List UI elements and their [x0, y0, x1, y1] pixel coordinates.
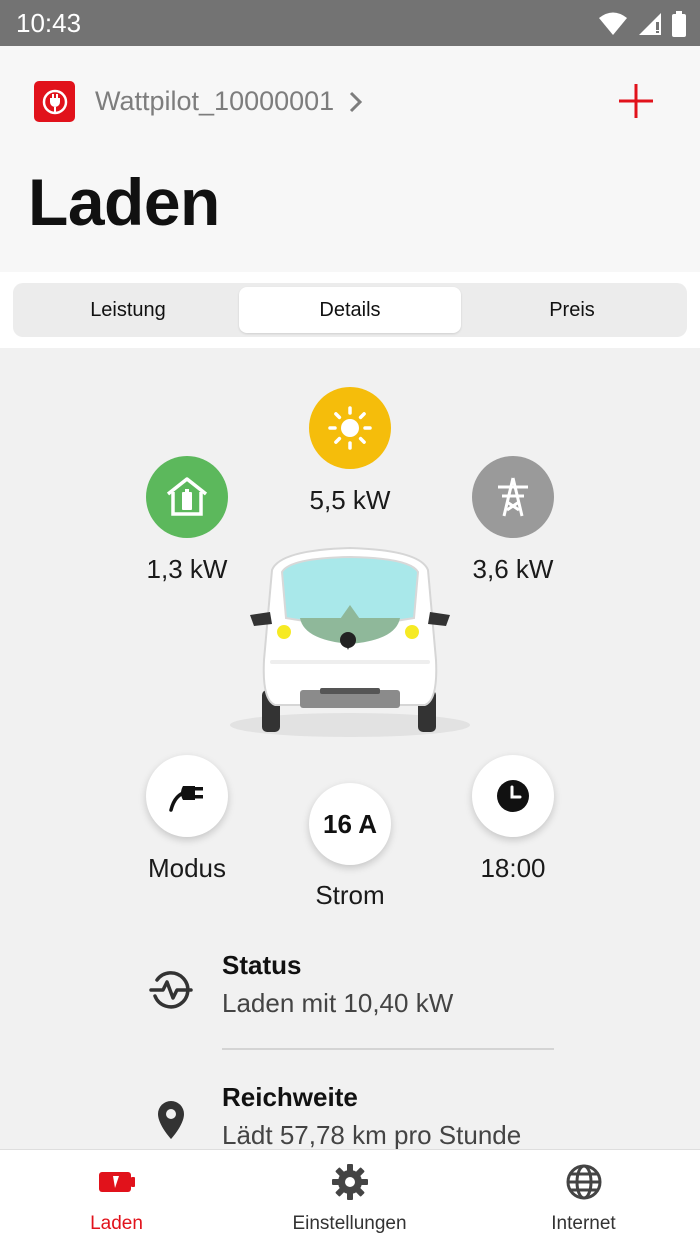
chevron-right-icon[interactable]: [348, 90, 364, 114]
status-bar: 10:43: [0, 0, 700, 46]
nav-einstellungen[interactable]: Einstellungen: [233, 1150, 466, 1244]
mode-button[interactable]: [146, 755, 228, 837]
power-pylon-icon: [498, 477, 528, 517]
status-time: 10:43: [16, 8, 82, 38]
device-selector[interactable]: Wattpilot_10000001: [95, 86, 334, 117]
nav-laden[interactable]: Laden: [0, 1150, 233, 1244]
tab-details[interactable]: Details: [239, 287, 461, 333]
battery-icon: [672, 11, 686, 37]
info-divider: [222, 1048, 554, 1050]
location-pin-icon: [146, 1095, 196, 1145]
signal-icon: [639, 13, 661, 35]
plug-icon: [169, 786, 203, 812]
battery-charging-icon: [98, 1172, 135, 1192]
tab-preis[interactable]: Preis: [461, 287, 683, 333]
car-illustration: [230, 546, 470, 737]
current-label: Strom: [315, 880, 385, 910]
page-title: Laden: [28, 165, 220, 239]
bottom-navigation: Laden Einstellungen Internet: [0, 1149, 700, 1244]
solar-indicator: [309, 387, 391, 469]
add-device-button[interactable]: [614, 79, 658, 123]
wattpilot-logo-icon[interactable]: [34, 81, 75, 122]
pulse-icon: [146, 965, 196, 1015]
grid-indicator: [472, 456, 554, 538]
tab-leistung[interactable]: Leistung: [17, 287, 239, 333]
clock-icon: [497, 780, 529, 812]
nav-internet[interactable]: Internet: [467, 1150, 700, 1244]
gear-icon: [331, 1164, 368, 1200]
current-button[interactable]: 16 A: [309, 783, 391, 865]
timer-button[interactable]: [472, 755, 554, 837]
wifi-icon: [599, 12, 627, 35]
timer-label: 18:00: [480, 853, 546, 883]
status-icons: [598, 10, 686, 38]
solar-power-value: 5,5 kW: [309, 485, 391, 515]
plus-icon: [619, 84, 653, 118]
status-title: Status: [222, 950, 302, 980]
range-value: Lädt 57,78 km pro Stunde: [222, 1120, 522, 1150]
range-title: Reichweite: [222, 1082, 358, 1112]
app-header: Wattpilot_10000001 Laden: [0, 46, 700, 272]
home-battery-icon: [166, 477, 208, 516]
current-value: 16 A: [323, 808, 377, 839]
globe-icon: [566, 1164, 601, 1200]
mode-label: Modus: [147, 853, 227, 883]
nav-label-einstellungen: Einstellungen: [292, 1213, 407, 1234]
segmented-control: Leistung Details Preis: [13, 283, 687, 337]
nav-label-laden: Laden: [90, 1213, 143, 1234]
tab-bar-container: Leistung Details Preis: [0, 272, 700, 348]
status-value: Laden mit 10,40 kW: [222, 988, 454, 1018]
home-battery-indicator: [146, 456, 228, 538]
sun-icon: [328, 406, 372, 450]
nav-label-internet: Internet: [551, 1213, 616, 1234]
